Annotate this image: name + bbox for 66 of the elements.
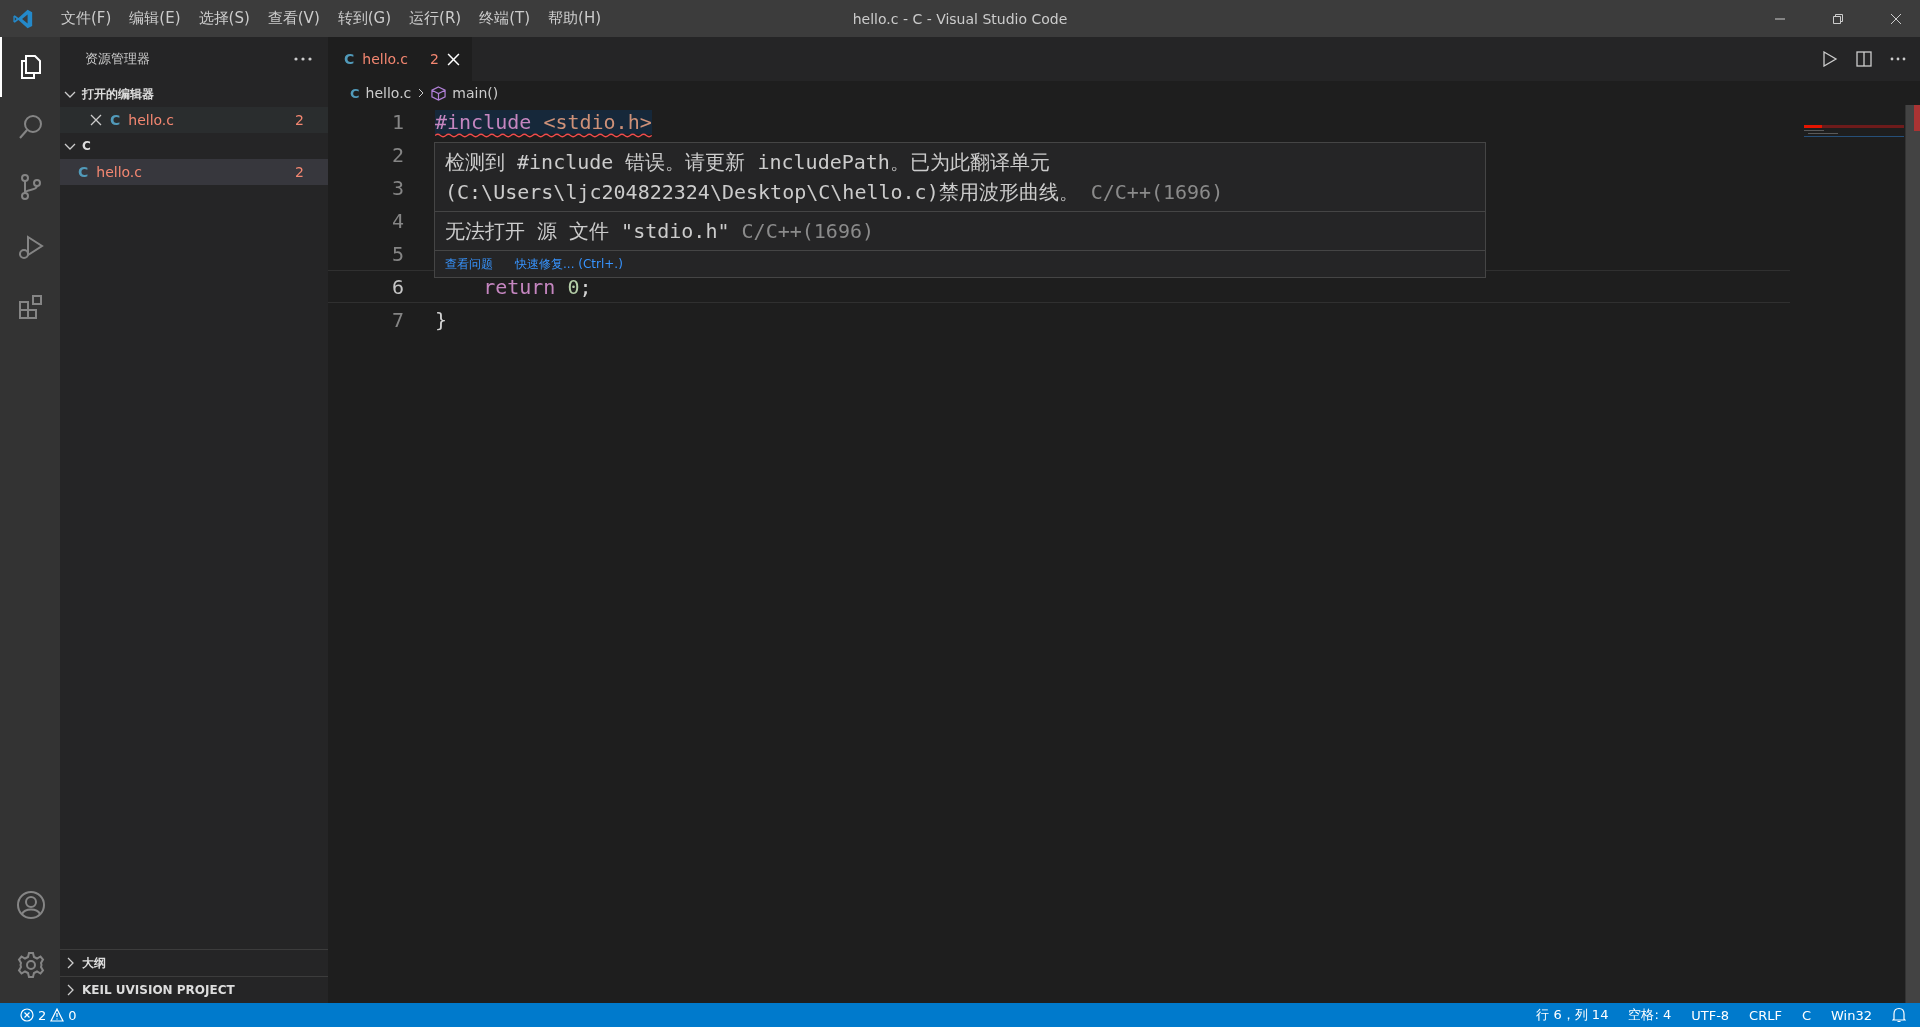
code-line: return 0; xyxy=(482,274,592,299)
window-title: hello.c - C - Visual Studio Code xyxy=(852,10,1068,27)
error-icon xyxy=(20,1008,34,1022)
more-icon[interactable] xyxy=(294,57,312,61)
editor-tab[interactable]: C hello.c 2 xyxy=(328,37,472,81)
extensions-icon[interactable] xyxy=(17,293,45,321)
status-item[interactable]: C xyxy=(1801,1007,1812,1023)
problem-count: 2 xyxy=(295,164,304,180)
breadcrumb-item[interactable]: main() xyxy=(452,85,499,101)
status-item[interactable]: CRLF xyxy=(1749,1007,1782,1023)
problems-indicator[interactable]: 2 0 xyxy=(20,1007,77,1023)
close-icon[interactable] xyxy=(1890,12,1902,25)
file-item[interactable]: C hello.c 2 xyxy=(60,107,328,133)
menu-item[interactable]: 选择(S) xyxy=(189,9,259,28)
menu-item[interactable]: 编辑(E) xyxy=(120,9,190,28)
panel-title: 资源管理器 xyxy=(85,50,150,68)
warning-icon xyxy=(50,1008,65,1022)
c-file-icon: C xyxy=(350,85,360,101)
warning-count: 0 xyxy=(68,1007,77,1023)
chevron-icon xyxy=(417,88,426,98)
c-file-icon: C xyxy=(78,164,89,180)
code-editor-logo-icon xyxy=(12,7,34,30)
run-debug-icon[interactable] xyxy=(17,233,45,261)
breadcrumb-item[interactable]: hello.c xyxy=(365,85,412,101)
code-line: } xyxy=(435,307,448,332)
menu-item[interactable]: 查看(V) xyxy=(258,9,329,28)
status-item[interactable]: 空格: 4 xyxy=(1628,1006,1672,1024)
section-header[interactable]: 大纲 xyxy=(60,949,328,976)
split-editor-icon[interactable] xyxy=(1856,51,1872,67)
line-number: 2 xyxy=(390,142,404,167)
error-message: 无法打开 源 文件 "stdio.h" C/C++(1696) xyxy=(445,219,874,243)
menu-item[interactable]: 终端(T) xyxy=(470,9,540,28)
problem-count: 2 xyxy=(430,51,439,67)
line-number: 3 xyxy=(390,175,404,200)
status-item[interactable]: Win32 xyxy=(1831,1007,1872,1023)
c-file-icon: C xyxy=(344,51,355,67)
settings-icon[interactable] xyxy=(16,950,46,980)
close-icon[interactable] xyxy=(90,114,102,126)
scrollbar[interactable] xyxy=(1905,105,1920,1003)
line-number: 6 xyxy=(390,274,404,299)
menu-item[interactable]: 帮助(H) xyxy=(539,9,611,28)
line-number: 1 xyxy=(390,109,404,134)
section-header[interactable]: C xyxy=(60,133,328,159)
cube-icon xyxy=(431,85,447,101)
status-item[interactable]: UTF-8 xyxy=(1691,1007,1730,1023)
search-icon[interactable] xyxy=(17,113,45,141)
run-icon[interactable] xyxy=(1822,51,1838,67)
hover-action-link[interactable]: 查看问题 xyxy=(445,255,493,273)
line-number: 7 xyxy=(390,307,404,332)
error-message: 检测到 #include 错误。请更新 includePath。已为此翻译单元 (C:\Users\ljc204822324\Desktop\C\hello.c)禁用波形曲线。 C/C++(1696) xyxy=(445,150,1224,204)
menu-item[interactable]: 转到(G) xyxy=(328,9,401,28)
account-icon[interactable] xyxy=(16,890,46,920)
section-header[interactable]: 打开的编辑器 xyxy=(60,81,328,107)
error-count: 2 xyxy=(38,1007,47,1023)
hover-action-link[interactable]: 快速修复... (Ctrl+.) xyxy=(515,255,623,273)
more-icon[interactable] xyxy=(1890,57,1906,61)
problem-count: 2 xyxy=(295,112,304,128)
line-number: 5 xyxy=(390,241,404,266)
menu-item[interactable]: 运行(R) xyxy=(400,9,471,28)
menu-item[interactable]: 文件(F) xyxy=(52,9,121,28)
restore-icon[interactable] xyxy=(1832,12,1844,25)
line-number: 4 xyxy=(390,208,404,233)
bell-icon[interactable] xyxy=(1892,1007,1906,1023)
c-file-icon: C xyxy=(110,112,121,128)
status-item[interactable]: 行 6，列 14 xyxy=(1536,1006,1609,1024)
file-item[interactable]: C hello.c 2 xyxy=(60,159,328,185)
